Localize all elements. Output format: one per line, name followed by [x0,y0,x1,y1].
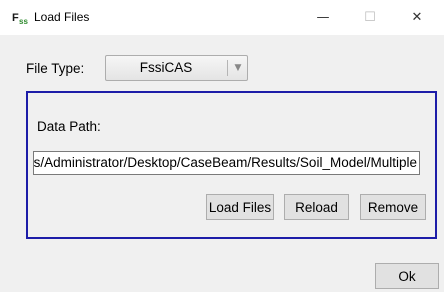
ok-button[interactable]: Ok [375,263,439,289]
data-path-input[interactable]: C:/Users/Administrator/Desktop/CaseBeam/… [33,151,420,175]
minimize-button[interactable]: — [300,0,346,35]
data-path-value: C:/Users/Administrator/Desktop/CaseBeam/… [33,155,417,170]
app-logo-icon: F ss [12,10,29,26]
title-bar: F ss Load Files — ☐ ✕ [0,0,444,35]
data-path-label: Data Path: [37,119,101,134]
svg-text:F: F [12,12,19,24]
svg-text:ss: ss [19,17,28,26]
load-files-button[interactable]: Load Files [206,194,274,220]
maximize-button[interactable]: ☐ [347,0,393,35]
file-type-label: File Type: [26,61,85,76]
file-type-value: FssiCAS [139,60,193,75]
reload-button[interactable]: Reload [284,194,349,220]
remove-button[interactable]: Remove [360,194,426,220]
file-type-select[interactable]: FssiCAS ▼ [105,55,248,81]
chevron-down-icon[interactable]: ▼ [229,56,247,80]
window-title: Load Files [34,10,90,24]
combo-separator [227,60,228,76]
close-button[interactable]: ✕ [394,0,440,35]
